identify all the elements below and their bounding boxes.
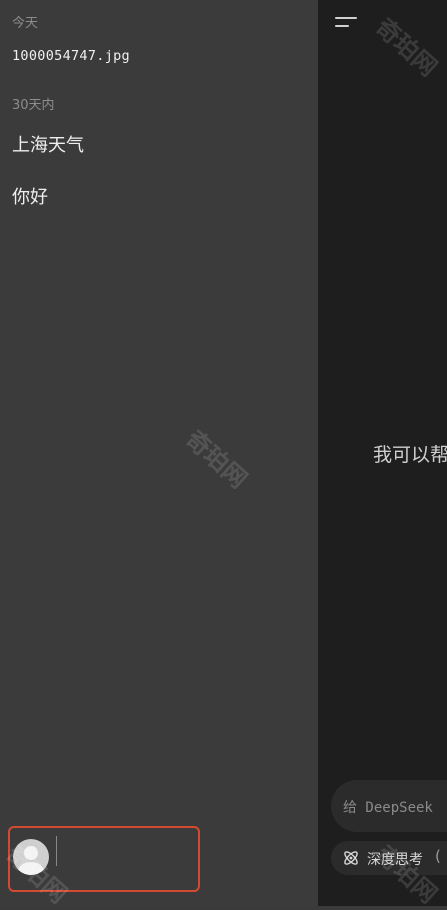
chat-main-panel: 我可以帮 给 DeepSeek 深度思考 (: [318, 0, 447, 906]
section-label-today: 今天: [12, 16, 39, 31]
section-label-30-days: 30天内: [12, 98, 55, 113]
chip-divider-icon: (: [435, 847, 441, 865]
text-cursor: [56, 836, 57, 866]
user-icon: [18, 846, 44, 875]
avatar[interactable]: [13, 839, 49, 875]
user-profile-area[interactable]: [8, 826, 200, 892]
message-input-placeholder: 给 DeepSeek: [343, 800, 433, 816]
welcome-text: 我可以帮: [373, 444, 447, 466]
deep-think-label: 深度思考: [367, 852, 423, 868]
deep-think-toggle[interactable]: 深度思考 (: [331, 841, 447, 875]
atom-icon: [344, 851, 358, 865]
sidebar: 今天 1000054747.jpg 30天内 上海天气 你好: [0, 0, 318, 906]
menu-icon[interactable]: [334, 12, 358, 32]
history-item[interactable]: 上海天气: [12, 131, 84, 157]
history-item[interactable]: 你好: [12, 183, 48, 209]
history-item[interactable]: 1000054747.jpg: [12, 48, 130, 64]
message-input[interactable]: 给 DeepSeek: [331, 780, 447, 832]
